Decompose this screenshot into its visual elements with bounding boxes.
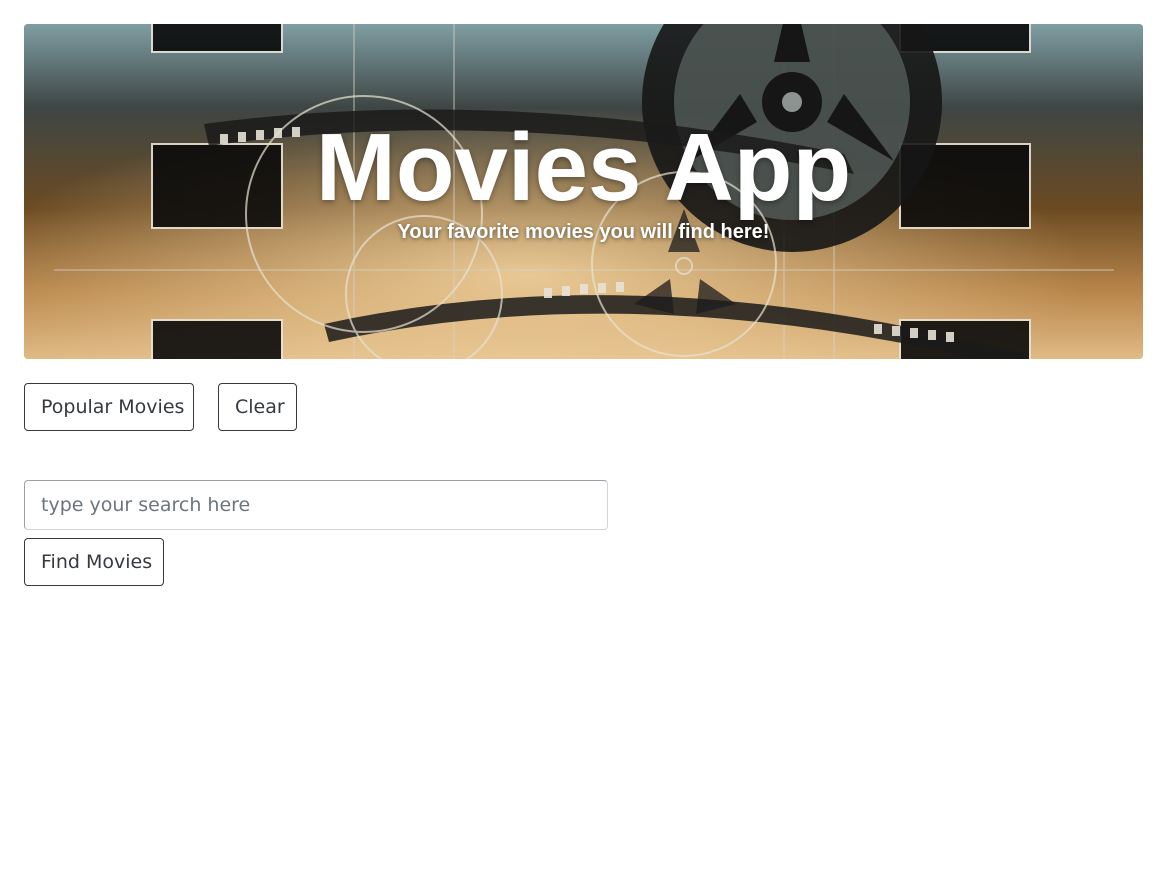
- page-title: Movies App: [315, 114, 852, 221]
- hero-subtitle: Your favorite movies you will find here!: [397, 221, 770, 243]
- find-movies-button[interactable]: Find Movies: [24, 538, 164, 586]
- popular-movies-button[interactable]: Popular Movies: [24, 383, 194, 431]
- search-input[interactable]: [24, 480, 608, 530]
- hero-banner: Movies App Your favorite movies you will…: [24, 24, 1143, 359]
- clear-button[interactable]: Clear: [218, 383, 297, 431]
- page: Movies App Your favorite movies you will…: [0, 0, 1167, 869]
